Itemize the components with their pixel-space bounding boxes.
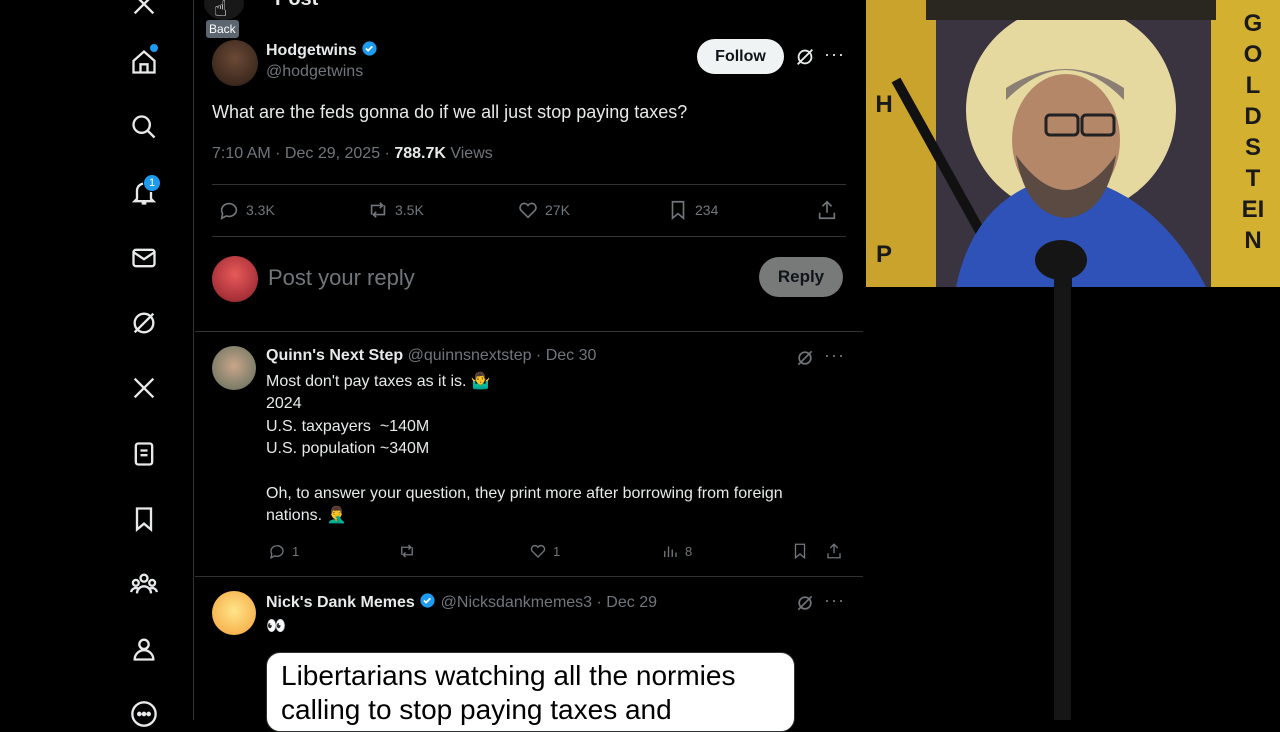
reply-author-name[interactable]: Quinn's Next Step [266, 347, 403, 364]
reply-line: U.S. population ~340M [266, 440, 430, 458]
reply-author-avatar[interactable] [212, 346, 256, 390]
reply-views-count: 8 [685, 543, 693, 559]
verified-badge-icon [362, 41, 377, 56]
views-chart-icon [664, 546, 677, 557]
reply-icon [270, 545, 284, 559]
grok-explain-icon[interactable] [794, 46, 816, 68]
reply-line: 2024 [266, 395, 302, 413]
reply-line: Most don't pay taxes as it is. 🤷‍♂️ [266, 373, 491, 390]
notification-badge: 1 [143, 174, 161, 192]
lists-icon[interactable] [128, 438, 160, 470]
reply-line: nations. 🤦‍♂️ [266, 507, 347, 525]
post-views-count: 788.7K [394, 145, 446, 162]
divider [195, 331, 863, 332]
x-premium-icon[interactable] [128, 372, 160, 404]
author-avatar[interactable] [212, 40, 258, 86]
reply-views-action[interactable]: 8 [661, 542, 692, 560]
x-logo-icon[interactable] [128, 0, 160, 20]
like-action[interactable]: 27K [517, 199, 570, 221]
reply-text: Most don't pay taxes as it is. 🤷‍♂️ 2024… [266, 371, 846, 528]
bookmark-icon [671, 200, 685, 221]
home-notification-dot [150, 44, 158, 52]
reply-more-icon[interactable]: ··· [824, 345, 845, 366]
reply-header: Nick's Dank Memes @Nicksdankmemes3 · Dec… [266, 592, 657, 612]
reply-share-action[interactable] [825, 542, 843, 560]
divider [212, 236, 846, 237]
author-handle[interactable]: @hodgetwins [266, 63, 363, 81]
reply-line: U.S. taxpayers ~140M [266, 417, 430, 435]
repost-count: 3.5K [395, 202, 424, 218]
divider [212, 184, 846, 185]
post-timestamp[interactable]: 7:10 AM · Dec 29, 2025 · [212, 145, 394, 162]
reply-like-count: 1 [553, 543, 561, 559]
post-views-label: Views [445, 145, 493, 162]
reply-author-avatar[interactable] [212, 591, 256, 635]
author-name[interactable]: Hodgetwins [266, 42, 357, 59]
reply-reply-count: 1 [292, 543, 300, 559]
mouse-cursor-icon: ☝ [214, 0, 228, 21]
grok-explain-icon[interactable] [795, 348, 815, 368]
repost-icon [401, 544, 413, 558]
grok-explain-icon[interactable] [795, 593, 815, 613]
reply-count: 3.3K [246, 202, 275, 218]
heart-icon [519, 202, 537, 219]
meme-caption: Libertarians watching all the normies ca… [281, 660, 736, 725]
reply-author-handle[interactable]: @Nicksdankmemes3 · Dec 29 [441, 594, 657, 611]
reply-icon [220, 202, 238, 220]
streamer-webcam-image [866, 0, 1280, 287]
bookmark-action[interactable]: 234 [667, 199, 718, 221]
banner-letters: GOLDSTEIN [1241, 10, 1265, 254]
webcam-overlay: GOLDSTEIN HP [866, 0, 1280, 287]
reply-line: Oh, to answer your question, they print … [266, 485, 783, 503]
reply-header: Quinn's Next Step @quinnsnextstep · Dec … [266, 347, 596, 365]
search-icon[interactable] [128, 111, 160, 143]
follow-button[interactable]: Follow [697, 39, 784, 74]
post-text: What are the feds gonna do if we all jus… [212, 102, 688, 122]
reply-input[interactable]: Post your reply [268, 265, 415, 291]
reply-author-name[interactable]: Nick's Dank Memes [266, 594, 415, 611]
like-count: 27K [545, 202, 570, 218]
profile-icon[interactable] [128, 633, 160, 665]
share-icon [827, 543, 841, 559]
reply-repost-action[interactable] [398, 542, 416, 560]
meme-image[interactable]: Libertarians watching all the normies ca… [266, 652, 795, 732]
share-action[interactable] [816, 199, 838, 221]
bookmark-count: 234 [695, 202, 719, 218]
bookmarks-icon[interactable] [128, 503, 160, 535]
mic-stand [1054, 287, 1071, 720]
reply-reply-action[interactable]: 1 [268, 542, 299, 560]
bookmark-icon [794, 543, 806, 560]
verified-badge-icon [420, 593, 435, 608]
reply-text: 👀 [266, 618, 286, 635]
reply-like-action[interactable]: 1 [529, 542, 560, 560]
left-sidebar: 1 [0, 0, 194, 727]
reply-more-icon[interactable]: ··· [824, 590, 845, 611]
back-tooltip: Back [206, 20, 239, 38]
more-options-icon[interactable] [128, 698, 160, 730]
banner-letters-left: HP [875, 91, 893, 268]
reply-blank-line [266, 461, 846, 483]
messages-mail-icon[interactable] [128, 242, 160, 274]
heart-icon [530, 544, 546, 558]
current-user-avatar[interactable] [212, 256, 258, 302]
reply-bookmark-action[interactable] [791, 542, 809, 560]
repost-icon [370, 202, 386, 218]
author-name-row: Hodgetwins [266, 40, 378, 60]
reply-button[interactable]: Reply [759, 257, 843, 297]
communities-icon[interactable] [128, 568, 160, 600]
page-title: Post [275, 0, 318, 11]
reply-action[interactable]: 3.3K [218, 199, 275, 221]
divider [195, 576, 863, 577]
post-more-icon[interactable]: ··· [824, 44, 845, 65]
post-meta: 7:10 AM · Dec 29, 2025 · 788.7K Views [212, 145, 493, 163]
repost-action[interactable]: 3.5K [367, 199, 424, 221]
grok-icon[interactable] [128, 307, 160, 339]
reply-author-handle[interactable]: @quinnsnextstep · Dec 30 [408, 347, 597, 364]
share-icon [818, 200, 836, 220]
